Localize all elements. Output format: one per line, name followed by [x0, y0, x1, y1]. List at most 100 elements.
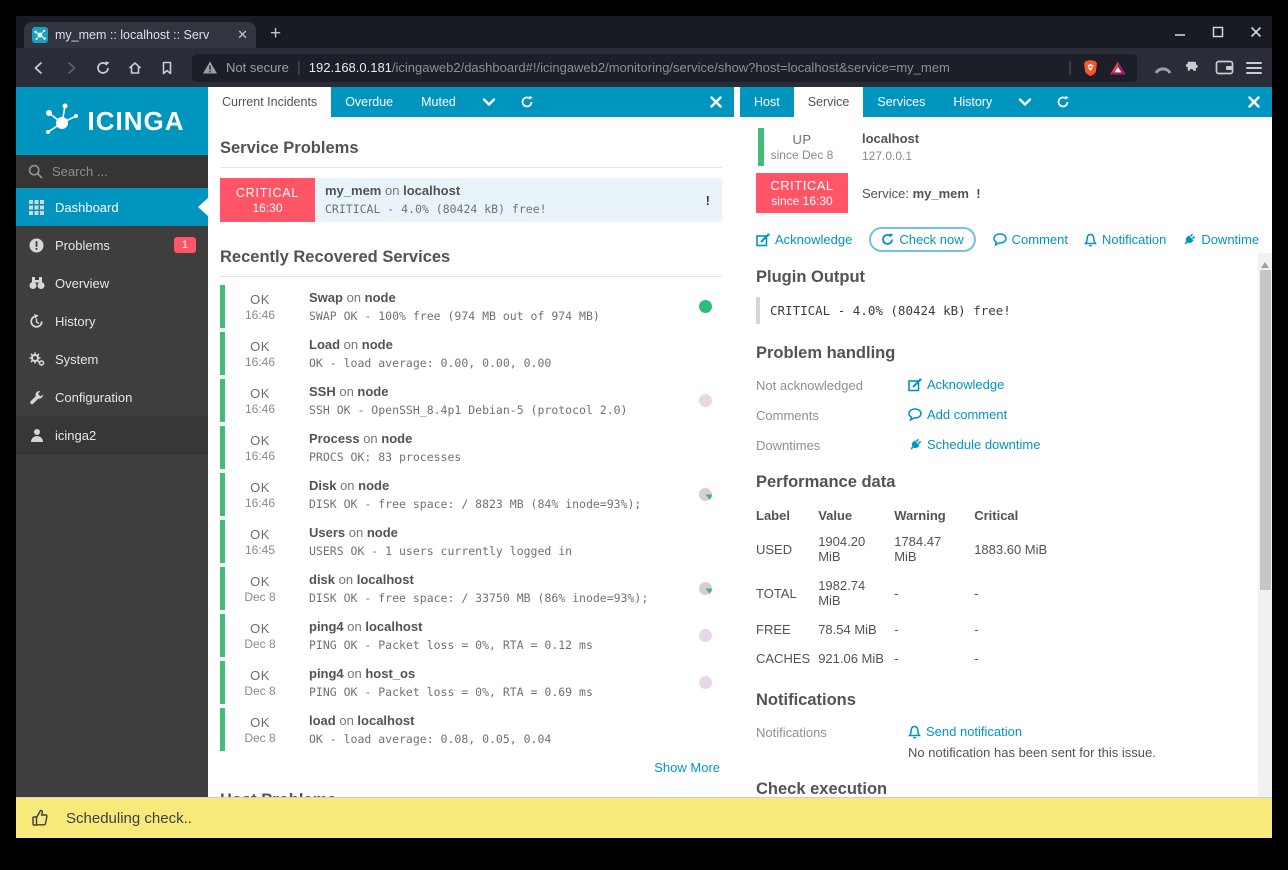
detail-refresh-icon[interactable]	[1044, 87, 1082, 117]
window-close-button[interactable]	[1250, 26, 1262, 38]
window-minimize-button[interactable]	[1174, 26, 1186, 38]
recovered-row-load-localhost[interactable]: OK Dec 8 load on localhost OK - load averag…	[220, 708, 722, 751]
recovered-row-Swap-node[interactable]: OK 16:46 Swap on node SWAP OK - 100% free (…	[220, 285, 722, 328]
new-tab-button[interactable]: +	[270, 23, 281, 45]
detail-scrollbar[interactable]	[1258, 253, 1272, 797]
sidebar-item-history[interactable]: History	[16, 302, 208, 340]
row-time: 16:46	[244, 307, 276, 322]
sidebar-item-dashboard[interactable]: Dashboard	[16, 188, 208, 226]
scrollbar-up-arrow[interactable]	[1261, 258, 1269, 268]
recovered-row-Users-node[interactable]: OK 16:45 Users on node USERS OK - 1 users c…	[220, 520, 722, 563]
recovered-row-ping4-localhost[interactable]: OK Dec 8 ping4 on localhost PING OK - Packe…	[220, 614, 722, 657]
wallet-icon[interactable]	[1215, 59, 1234, 76]
row-time: Dec 8	[244, 589, 276, 604]
tab-current-incidents[interactable]: Current Incidents	[208, 87, 332, 117]
recovered-row-SSH-node[interactable]: OK 16:46 SSH on node SSH OK - OpenSSH_8.4p1…	[220, 379, 722, 422]
send-notification-link[interactable]: Send notification	[908, 724, 1156, 739]
sidebar-extension-icon[interactable]	[1153, 59, 1173, 77]
tab-service[interactable]: Service	[793, 87, 864, 117]
recovered-row-Process-node[interactable]: OK 16:46 Process on node PROCS OK: 83 proce…	[220, 426, 722, 469]
show-more-link[interactable]: Show More	[654, 760, 720, 775]
acknowledge-link[interactable]: Acknowledge	[908, 377, 1004, 392]
window-maximize-button[interactable]	[1212, 26, 1224, 38]
notification-button[interactable]: Notification	[1084, 232, 1166, 247]
notifications-note: No notification has been sent for this i…	[908, 745, 1156, 760]
sidebar-item-overview[interactable]: Overview	[16, 264, 208, 302]
row-state: OK	[250, 291, 270, 307]
host-address: 127.0.0.1	[862, 149, 913, 163]
perf-row-caches: CACHES 921.06 MiB - -	[756, 651, 979, 666]
tab-host[interactable]: Host	[740, 87, 794, 117]
problem-handling-heading: Problem handling	[756, 344, 896, 362]
host-name[interactable]: localhost	[862, 131, 919, 146]
detail-close-icon[interactable]	[1236, 87, 1272, 117]
browser-window: my_mem :: localhost :: Serv ✕ + Not secu…	[16, 16, 1272, 838]
incidents-refresh-icon[interactable]	[508, 87, 546, 117]
tab-history[interactable]: History	[939, 87, 1006, 117]
schedule-downtime-link[interactable]: Schedule downtime	[908, 437, 1040, 452]
forward-button[interactable]	[58, 55, 84, 81]
url-text: 192.168.0.181/icingaweb2/dashboard#!/ici…	[309, 60, 950, 75]
row-title: Users on node	[309, 525, 398, 540]
sidebar-item-problems[interactable]: Problems 1	[16, 226, 208, 264]
perf-row-free: FREE 78.54 MiB - -	[756, 622, 979, 637]
bookmark-button[interactable]	[154, 55, 180, 81]
tab-overdue[interactable]: Overdue	[331, 87, 407, 117]
row-state: OK	[250, 526, 270, 542]
browser-tab[interactable]: my_mem :: localhost :: Serv ✕	[24, 22, 256, 48]
toast-notification[interactable]: Scheduling check..	[16, 797, 1272, 838]
sidebar-item-label: History	[55, 313, 96, 329]
service-problem-title: my_mem on localhost	[325, 183, 461, 198]
scrollbar-thumb[interactable]	[1259, 270, 1271, 590]
sidebar-item-system[interactable]: System	[16, 340, 208, 378]
url-path: /icingaweb2/dashboard#!/icingaweb2/monit…	[391, 60, 950, 75]
home-button[interactable]	[122, 55, 148, 81]
comment-button[interactable]: Comment	[992, 232, 1068, 247]
service-problem-row[interactable]: CRITICAL 16:30 my_mem on localhost CRITI…	[220, 178, 722, 222]
brave-shield-icon[interactable]	[1082, 59, 1099, 77]
downtime-icon	[908, 438, 922, 452]
search-input[interactable]	[52, 164, 182, 179]
detail-dropdown-chevron-icon[interactable]	[1006, 87, 1044, 117]
problem-handling-row-not-acknowledged: Not acknowledged Acknowledge	[756, 377, 1005, 393]
check-pie-icon	[698, 488, 712, 501]
tab-close-icon[interactable]: ✕	[237, 27, 248, 43]
perf-row-total: TOTAL 1982.74 MiB - -	[756, 578, 979, 608]
acknowledge-button[interactable]: Acknowledge	[756, 232, 852, 247]
problems-icon	[28, 238, 45, 253]
problem-handling-row-downtimes: Downtimes Schedule downtime	[756, 437, 1041, 453]
icinga-logo[interactable]: ICINGA	[16, 87, 208, 155]
host-state-badge: UP since Dec 8	[756, 127, 848, 167]
downtime-button[interactable]: Downtime	[1182, 232, 1259, 247]
back-button[interactable]	[26, 55, 52, 81]
not-secure-warning-icon	[203, 61, 217, 74]
bell-icon	[1084, 233, 1097, 247]
incidents-close-icon[interactable]	[698, 87, 734, 117]
sidebar-item-icinga2[interactable]: icinga2	[16, 416, 208, 454]
reload-button[interactable]	[90, 55, 116, 81]
recovered-row-Load-node[interactable]: OK 16:46 Load on node OK - load average: 0.…	[220, 332, 722, 375]
extensions-puzzle-icon[interactable]	[1185, 59, 1203, 77]
user-icon	[28, 428, 45, 442]
incidents-panel: Current Incidents Overdue Muted Service Pr…	[208, 87, 734, 797]
row-title: load on localhost	[309, 713, 415, 728]
sidebar-item-configuration[interactable]: Configuration	[16, 378, 208, 416]
check-now-button[interactable]: Check now	[869, 227, 976, 252]
add-comment-link[interactable]: Add comment	[908, 407, 1007, 422]
host-state-since: since Dec 8	[770, 148, 834, 162]
row-time: Dec 8	[244, 636, 276, 651]
tab-muted[interactable]: Muted	[407, 87, 470, 117]
tab-services[interactable]: Services	[863, 87, 939, 117]
url-bar[interactable]: Not secure | 192.168.0.181/icingaweb2/da…	[192, 53, 1137, 82]
plugin-output-heading: Plugin Output	[756, 268, 866, 286]
unhandled-flag: !	[705, 192, 710, 208]
recovered-row-disk-localhost[interactable]: OK Dec 8 disk on localhost DISK OK - free s…	[220, 567, 722, 610]
browser-titlebar: my_mem :: localhost :: Serv ✕ +	[16, 16, 1272, 48]
recovered-row-Disk-node[interactable]: OK 16:46 Disk on node DISK OK - free space:…	[220, 473, 722, 516]
menu-icon[interactable]	[1246, 59, 1262, 77]
sidebar-search[interactable]	[16, 155, 208, 188]
bat-rewards-icon[interactable]	[1109, 60, 1127, 76]
recovered-row-ping4-host_os[interactable]: OK Dec 8 ping4 on host_os PING OK - Packet …	[220, 661, 722, 704]
incidents-dropdown-chevron-icon[interactable]	[470, 87, 508, 117]
url-separator2: |	[1068, 59, 1072, 76]
